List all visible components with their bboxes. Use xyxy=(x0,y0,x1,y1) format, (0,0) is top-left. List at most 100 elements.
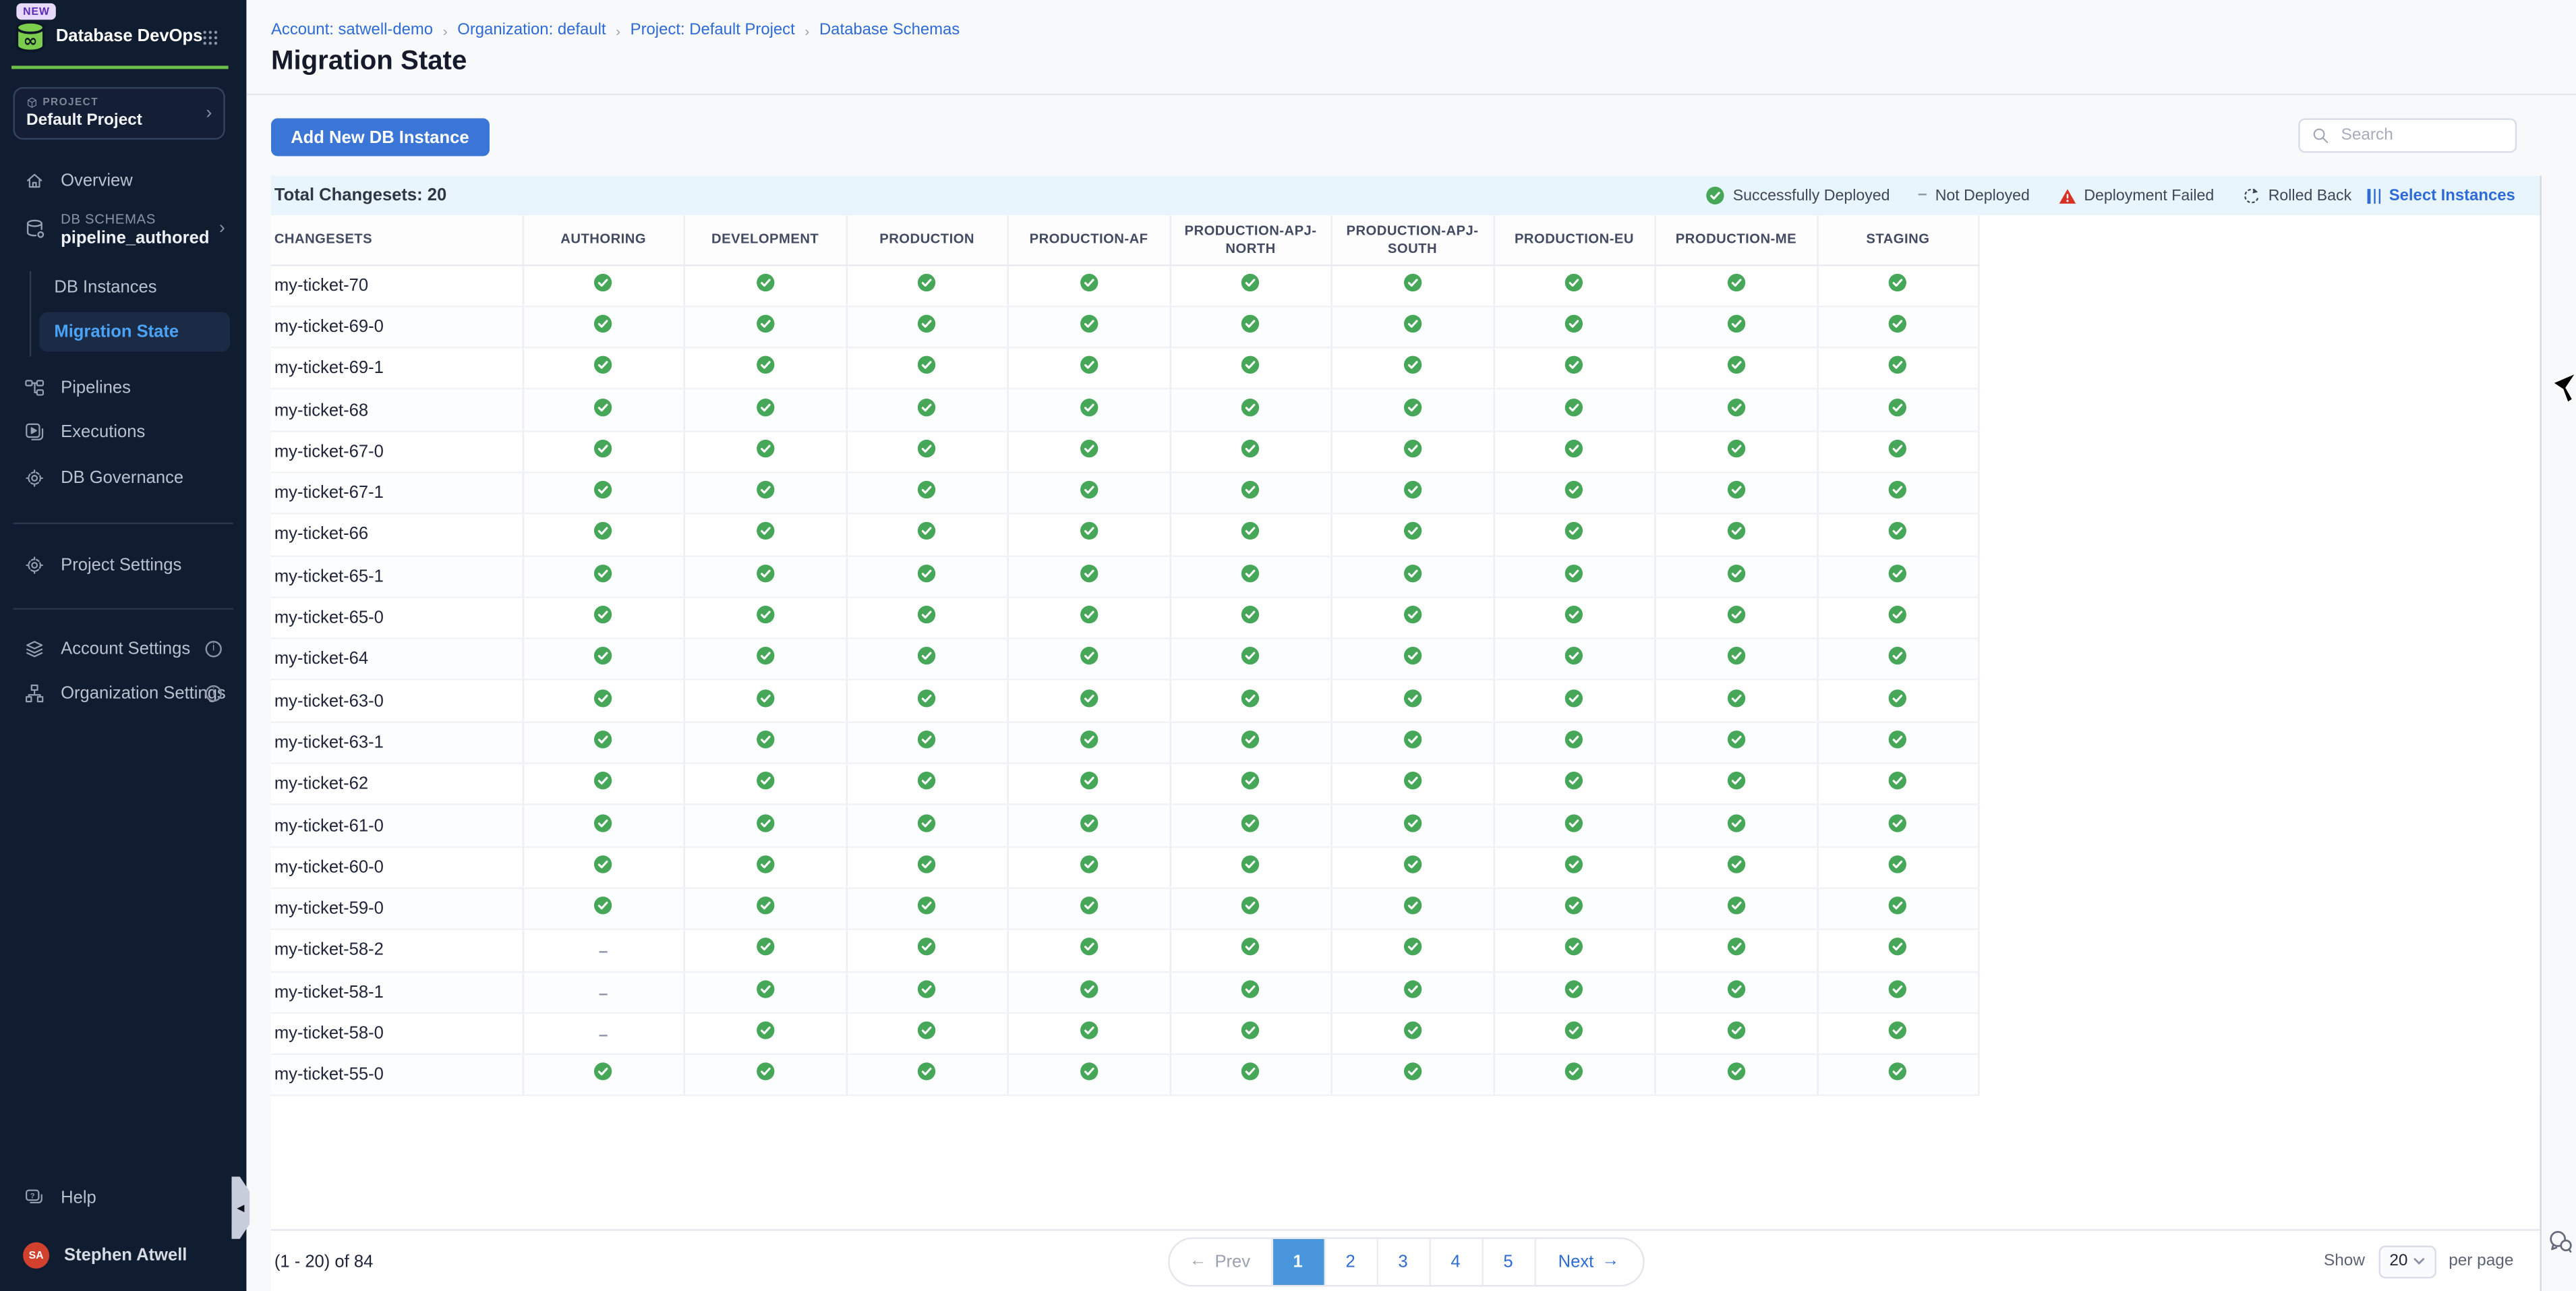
sidebar-item-label: Overview xyxy=(61,171,133,190)
status-cell xyxy=(1332,971,1494,1013)
page-button-4[interactable]: 4 xyxy=(1428,1238,1481,1284)
breadcrumb-link[interactable]: Organization: default xyxy=(457,22,606,40)
deployed-icon xyxy=(1241,979,1260,998)
page-button-1[interactable]: 1 xyxy=(1270,1238,1323,1284)
deployed-icon xyxy=(1241,272,1260,292)
chevron-right-icon: › xyxy=(219,219,225,237)
status-cell xyxy=(1170,1054,1332,1096)
filler-cell xyxy=(1979,597,2540,639)
changeset-name: my-ticket-65-1 xyxy=(271,556,523,598)
project-name: Default Project xyxy=(26,111,223,129)
status-cell xyxy=(1655,847,1817,888)
deployed-icon xyxy=(1726,813,1746,832)
deployed-icon xyxy=(1726,272,1746,292)
status-cell xyxy=(1817,681,1979,722)
page-button-5[interactable]: 5 xyxy=(1481,1238,1533,1284)
deployed-icon xyxy=(593,688,613,708)
next-page-button[interactable]: Next → xyxy=(1533,1238,1642,1284)
deployed-icon xyxy=(1241,605,1260,625)
deployed-icon xyxy=(593,521,613,541)
sidebar-item-db-instances[interactable]: DB Instances xyxy=(0,268,246,307)
pagination-range: (1 - 20) of 84 xyxy=(274,1251,373,1271)
status-cell xyxy=(1494,514,1656,556)
sidebar-item-pipelines[interactable]: Pipelines xyxy=(0,365,246,410)
project-selector[interactable]: PROJECT Default Project › xyxy=(13,87,225,140)
deployed-icon xyxy=(1079,938,1099,957)
deployed-icon xyxy=(1403,563,1422,583)
deployed-icon xyxy=(1564,729,1584,749)
legend-label: Not Deployed xyxy=(1935,187,2030,205)
db-schema-icon xyxy=(23,218,46,239)
deployed-icon xyxy=(593,854,613,873)
sidebar-item-organization-settings[interactable]: Organization Settingsi xyxy=(0,671,246,716)
status-cell xyxy=(1008,681,1170,722)
deployed-icon xyxy=(1888,813,1908,832)
status-cell xyxy=(684,805,846,847)
deployed-icon xyxy=(1564,563,1584,583)
org-icon xyxy=(23,684,46,704)
status-cell xyxy=(1170,888,1332,930)
status-cell xyxy=(1494,722,1656,764)
status-cell xyxy=(846,514,1008,556)
pipeline-icon xyxy=(23,378,46,397)
page-button-2[interactable]: 2 xyxy=(1323,1238,1376,1284)
deployed-icon xyxy=(1241,771,1260,791)
breadcrumb-link[interactable]: Account: satwell-demo xyxy=(271,22,433,40)
status-cell xyxy=(1817,764,1979,805)
search-input[interactable] xyxy=(2338,125,2504,146)
deployed-icon xyxy=(1888,688,1908,708)
user-menu[interactable]: SA Stephen Atwell xyxy=(0,1236,246,1275)
sidebar-item-account-settings[interactable]: Account Settingsi xyxy=(0,626,246,671)
changeset-name: my-ticket-69-1 xyxy=(271,347,523,389)
status-cell xyxy=(846,639,1008,681)
sidebar-item-db-governance[interactable]: DB Governance xyxy=(0,455,246,500)
status-cell xyxy=(1332,264,1494,306)
page-size-select[interactable]: 20 xyxy=(2378,1244,2435,1278)
deployed-icon xyxy=(1564,771,1584,791)
sidebar-item-db-schemas[interactable]: DB SCHEMAS pipeline_authored › xyxy=(0,204,246,253)
brand-name: Database DevOps xyxy=(56,26,203,46)
sidebar-item-migration-state[interactable]: Migration State xyxy=(39,312,230,351)
table-row: my-ticket-67-0 xyxy=(271,431,2540,473)
status-cell xyxy=(846,1013,1008,1055)
status-cell xyxy=(1332,431,1494,473)
prev-page-button[interactable]: ← Prev xyxy=(1169,1238,1270,1284)
sidebar-item-help[interactable]: ? Help xyxy=(0,1178,246,1217)
apps-grid-icon[interactable] xyxy=(202,30,218,46)
table-row: my-ticket-58-2– xyxy=(271,929,2540,971)
sidebar-item-overview[interactable]: Overview xyxy=(0,161,246,200)
status-cell xyxy=(1817,1054,1979,1096)
per-page-label: per page xyxy=(2449,1252,2513,1270)
breadcrumb-link[interactable]: Database Schemas xyxy=(819,22,960,40)
status-cell xyxy=(523,888,684,930)
cube-icon xyxy=(26,97,38,109)
breadcrumb-link[interactable]: Project: Default Project xyxy=(631,22,795,40)
status-cell xyxy=(1817,971,1979,1013)
search-box[interactable] xyxy=(2298,118,2517,152)
status-cell xyxy=(1170,971,1332,1013)
filler-cell xyxy=(1979,847,2540,888)
deployed-icon xyxy=(593,438,613,458)
sidebar-item-project-settings[interactable]: Project Settings xyxy=(0,546,246,585)
page-button-3[interactable]: 3 xyxy=(1376,1238,1428,1284)
add-db-instance-button[interactable]: Add New DB Instance xyxy=(271,118,489,156)
arrow-right-icon: → xyxy=(1602,1253,1619,1270)
dash-icon: – xyxy=(1918,188,1927,204)
table-row: my-ticket-61-0 xyxy=(271,805,2540,847)
status-cell xyxy=(1008,805,1170,847)
select-instances-button[interactable]: Select Instances xyxy=(2358,185,2525,206)
status-cell xyxy=(1008,389,1170,431)
status-cell xyxy=(1817,847,1979,888)
status-cell xyxy=(1655,306,1817,348)
page-size-value: 20 xyxy=(2389,1252,2407,1270)
status-cell xyxy=(846,805,1008,847)
deployed-icon xyxy=(1403,813,1422,832)
deployed-icon xyxy=(917,605,937,625)
deployed-icon xyxy=(1726,397,1746,416)
deployed-icon xyxy=(755,272,775,292)
status-cell xyxy=(523,681,684,722)
search-icon xyxy=(2312,127,2330,145)
feedback-icon[interactable] xyxy=(2548,1229,2573,1254)
status-cell xyxy=(684,597,846,639)
sidebar-item-executions[interactable]: Executions xyxy=(0,410,246,455)
